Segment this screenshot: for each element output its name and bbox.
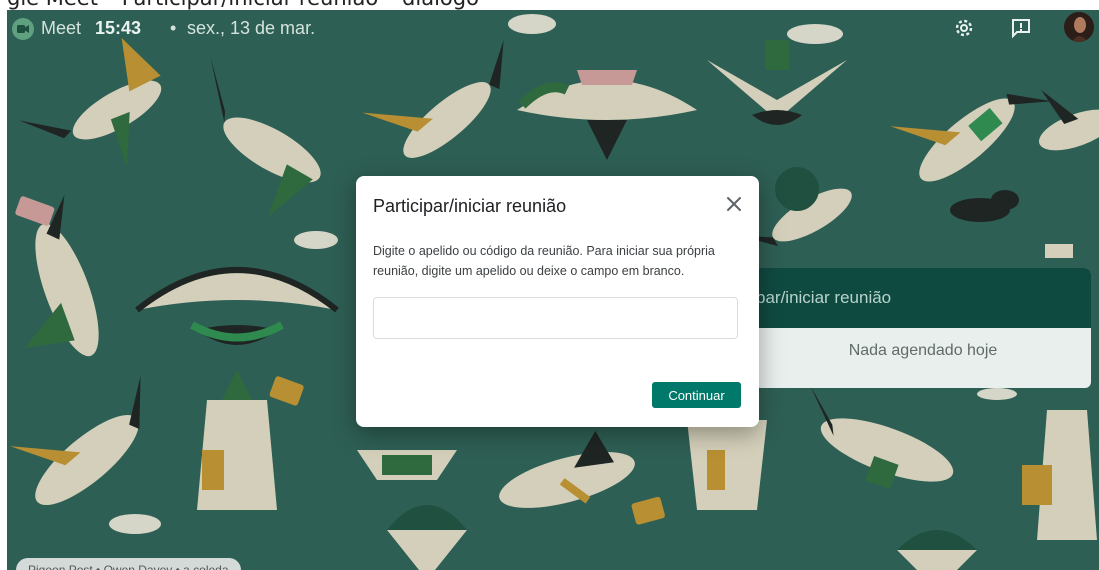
current-date: sex., 13 de mar.: [187, 18, 316, 38]
avatar-image: [1064, 12, 1094, 42]
current-time: 15:43: [95, 18, 142, 38]
continue-button[interactable]: Continuar: [652, 382, 741, 408]
meet-logo-icon: [12, 18, 34, 40]
feedback-icon[interactable]: [1009, 16, 1033, 40]
avatar[interactable]: [1064, 12, 1094, 42]
meetings-card: par/iniciar reunião Nada agendado hoje: [755, 268, 1091, 388]
meeting-code-input[interactable]: [373, 297, 738, 339]
top-bar: Meet 15:43 • sex., 13 de mar.: [7, 10, 1099, 46]
gear-icon[interactable]: [952, 16, 976, 40]
app-name: Meet: [41, 18, 82, 38]
dialog-title: Participar/iniciar reunião: [373, 196, 567, 216]
meet-app: Meet 15:43 • sex., 13 de mar. par/inicia…: [7, 10, 1099, 570]
join-start-meeting-button[interactable]: par/iniciar reunião: [755, 268, 1091, 328]
caption-text: gle Meet – Participar/iniciar reunião – …: [7, 0, 479, 10]
no-meetings-message: Nada agendado hoje: [848, 342, 998, 359]
join-start-meeting-label: par/iniciar reunião: [756, 288, 892, 307]
join-meeting-dialog: Participar/iniciar reunião Digite o apel…: [356, 176, 759, 427]
dialog-description: Digite o apelido ou código da reunião. P…: [373, 244, 715, 278]
caption-strip: gle Meet – Participar/iniciar reunião – …: [0, 0, 1099, 10]
artwork-attribution[interactable]: Pigeon Post • Owen Davey • a coleda: [16, 558, 241, 570]
close-icon[interactable]: [722, 192, 746, 216]
separator: •: [170, 18, 177, 38]
